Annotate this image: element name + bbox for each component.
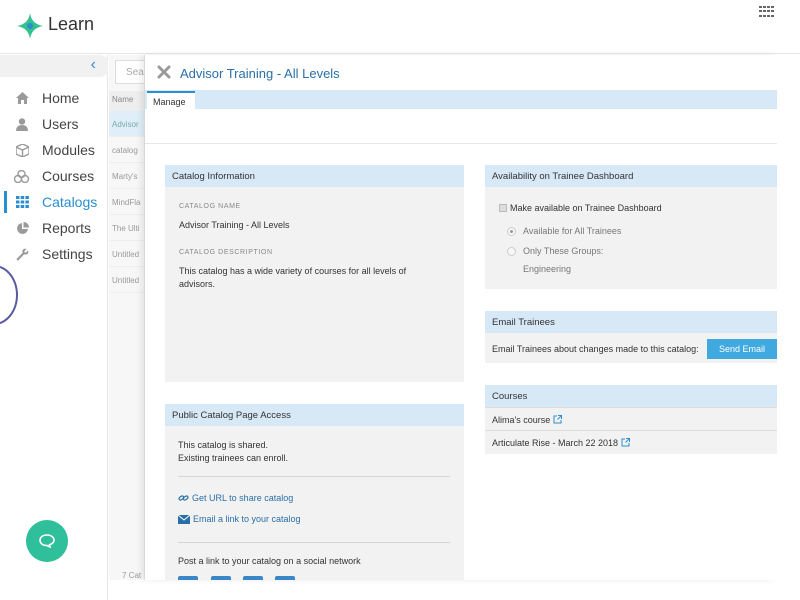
envelope-icon	[178, 514, 190, 524]
chat-bubble-icon	[39, 534, 55, 548]
dashboard-checkbox-label[interactable]: Make available on Trainee Dashboard	[510, 202, 662, 215]
search-input[interactable]: Sear	[115, 60, 144, 84]
grid-icon	[14, 194, 30, 210]
highlight-circle	[0, 265, 18, 325]
email-trainees-card: Email Trainees Email Trainees about chan…	[485, 311, 777, 363]
share-status-line2: Existing trainees can enroll.	[178, 453, 289, 463]
catalog-name-label: CATALOG NAME	[179, 203, 241, 210]
sidebar-item-label: Modules	[42, 142, 95, 158]
chat-button[interactable]	[26, 520, 68, 562]
divider	[178, 476, 450, 477]
social-text: Post a link to your catalog on a social …	[178, 556, 361, 566]
learn-logo-icon	[17, 13, 43, 39]
brand-name: Learn	[48, 14, 95, 34]
courses-icon	[14, 168, 30, 184]
catalog-detail-panel: Advisor Training - All Levels Manage Cat…	[145, 55, 777, 580]
home-icon	[14, 90, 30, 106]
external-link-icon[interactable]	[621, 438, 631, 447]
card-header: Catalog Information	[165, 165, 464, 187]
sidebar-item-label: Users	[42, 116, 79, 132]
twitter-icon[interactable]	[275, 576, 295, 580]
divider	[178, 542, 450, 543]
sidebar-item-settings[interactable]: Settings	[0, 241, 108, 267]
card-header: Public Catalog Page Access	[165, 404, 464, 426]
group-engineering[interactable]: Engineering	[523, 263, 571, 276]
sidebar-collapse-bar[interactable]: ‹	[0, 55, 108, 77]
course-row[interactable]: Articulate Rise - March 22 2018	[485, 430, 777, 453]
sidebar-item-modules[interactable]: Modules	[0, 137, 108, 163]
sidebar-item-home[interactable]: Home	[0, 85, 108, 111]
sidebar-item-label: Courses	[42, 168, 95, 184]
tab-bar	[145, 90, 777, 109]
chevron-left-icon[interactable]: ‹	[91, 56, 96, 74]
courses-card: Courses Alima's course Articulate Rise -…	[485, 385, 777, 454]
email-link[interactable]: Email a link to your catalog	[178, 514, 301, 524]
cube-icon	[14, 142, 30, 158]
send-email-button[interactable]: Send Email	[707, 339, 777, 359]
panel-title: Advisor Training - All Levels	[180, 66, 340, 81]
sidebar-item-label: Settings	[42, 246, 93, 262]
all-trainees-radio[interactable]	[507, 227, 516, 236]
catalog-list: Sear Name Advisor catalog Marty's MindFl…	[109, 55, 145, 580]
sidebar-item-catalogs[interactable]: Catalogs	[0, 189, 108, 215]
course-row[interactable]: Alima's course	[485, 407, 777, 430]
sidebar-item-label: Home	[42, 90, 80, 106]
tab-manage[interactable]: Manage	[147, 91, 195, 110]
availability-card: Availability on Trainee Dashboard Make a…	[485, 165, 777, 289]
list-item[interactable]: catalog	[109, 137, 144, 163]
list-item[interactable]: MindFla	[109, 189, 144, 215]
sidebar-nav: Home Users Modules Courses Catalogs Repo…	[0, 85, 108, 267]
sidebar-item-users[interactable]: Users	[0, 111, 108, 137]
user-icon	[14, 116, 30, 132]
linkedin-icon[interactable]	[211, 576, 231, 580]
list-item[interactable]: The Ulti	[109, 215, 144, 241]
external-link-icon[interactable]	[553, 415, 563, 424]
apps-grid-icon[interactable]	[759, 6, 774, 18]
list-item[interactable]: Untitled	[109, 241, 144, 267]
sidebar-item-courses[interactable]: Courses	[0, 163, 108, 189]
divider	[145, 143, 777, 144]
list-item[interactable]: Marty's	[109, 163, 144, 189]
share-status-line1: This catalog is shared.	[178, 440, 269, 450]
catalog-description-value[interactable]: This catalog has a wide variety of cours…	[179, 265, 439, 291]
column-header-name[interactable]: Name	[109, 91, 144, 111]
wrench-icon	[14, 246, 30, 262]
groups-radio[interactable]	[507, 247, 516, 256]
facebook-icon[interactable]	[243, 576, 263, 580]
link-icon	[178, 495, 189, 501]
sidebar-item-label: Reports	[42, 220, 92, 236]
top-bar: Learn	[0, 0, 800, 54]
list-count: 7 Cat	[122, 571, 142, 580]
vk-icon[interactable]	[178, 576, 198, 580]
pie-chart-icon	[14, 220, 30, 236]
sidebar: ‹ Home Users Modules Courses Catalogs Re…	[0, 55, 108, 600]
get-url-link[interactable]: Get URL to share catalog	[178, 493, 293, 503]
catalog-description-label: CATALOG DESCRIPTION	[179, 249, 273, 256]
card-header: Availability on Trainee Dashboard	[485, 165, 777, 187]
close-icon[interactable]	[157, 65, 171, 79]
sidebar-item-reports[interactable]: Reports	[0, 215, 108, 241]
list-item[interactable]: Untitled	[109, 267, 144, 293]
email-trainees-text: Email Trainees about changes made to thi…	[492, 344, 699, 354]
list-item[interactable]: Advisor	[109, 111, 144, 137]
all-trainees-label[interactable]: Available for All Trainees	[523, 225, 621, 238]
catalog-information-card: Catalog Information CATALOG NAME Advisor…	[165, 165, 464, 382]
card-header: Courses	[485, 385, 777, 407]
card-header: Email Trainees	[485, 311, 777, 333]
dashboard-checkbox[interactable]	[499, 204, 507, 212]
catalog-name-value[interactable]: Advisor Training - All Levels	[179, 219, 290, 232]
public-access-card: Public Catalog Page Access This catalog …	[165, 404, 464, 580]
sidebar-item-label: Catalogs	[42, 194, 98, 210]
groups-label[interactable]: Only These Groups:	[523, 245, 603, 258]
